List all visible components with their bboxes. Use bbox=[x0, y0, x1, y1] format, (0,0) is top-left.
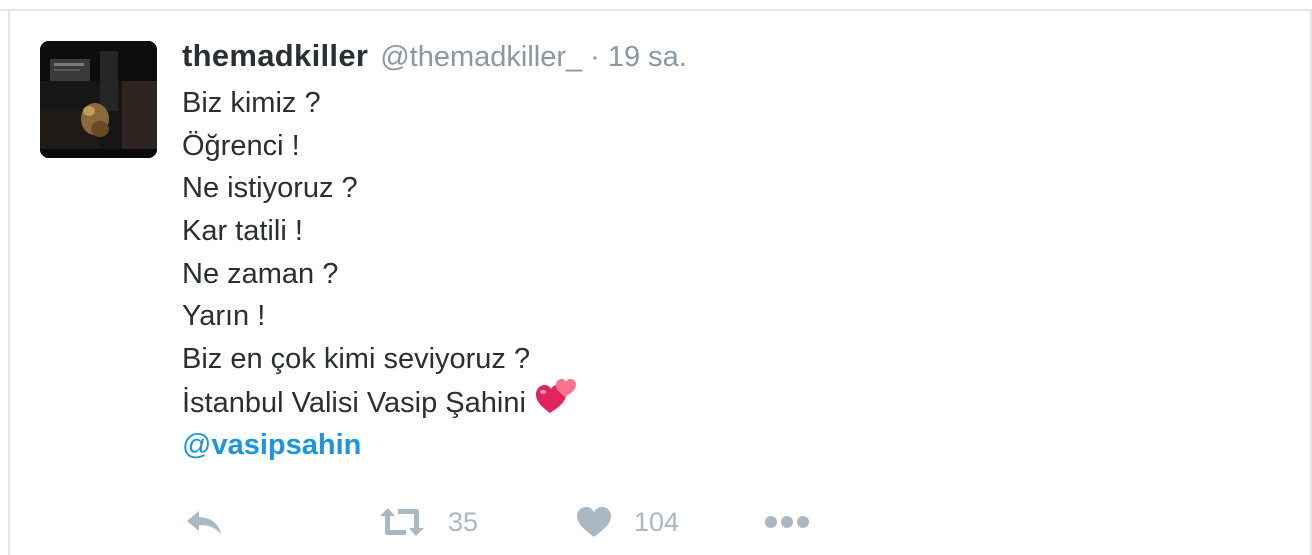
more-icon bbox=[765, 516, 809, 528]
tweet-line: Biz en çok kimi seviyoruz ? bbox=[182, 343, 531, 376]
retweet-icon bbox=[380, 508, 424, 536]
avatar[interactable] bbox=[40, 41, 157, 158]
tweet-line: Kar tatili ! bbox=[182, 215, 303, 248]
more-button[interactable] bbox=[764, 500, 810, 544]
user-handle[interactable]: @themadkiller_ bbox=[380, 41, 582, 74]
tweet-line: Öğrenci ! bbox=[182, 129, 300, 162]
mention-at: @ bbox=[182, 428, 212, 461]
reply-icon bbox=[187, 511, 221, 534]
tweet-line: İstanbul Valisi Vasip Şahini bbox=[182, 386, 526, 419]
tweet-card: themadkiller @themadkiller_ · 19 sa. Biz… bbox=[0, 0, 1312, 555]
tweet-line: Ne zaman ? bbox=[182, 257, 339, 290]
heart-icon bbox=[577, 507, 611, 537]
display-name[interactable]: themadkiller bbox=[182, 38, 368, 74]
mention-name: vasipsahin bbox=[211, 428, 362, 461]
tweet-line: Yarın ! bbox=[182, 300, 266, 333]
timestamp[interactable]: 19 sa. bbox=[608, 41, 687, 74]
tweet-line: Biz kimiz ? bbox=[182, 87, 321, 119]
tweet-line: Ne istiyoruz ? bbox=[182, 172, 358, 205]
separator-dot: · bbox=[590, 41, 600, 73]
retweet-count: 35 bbox=[448, 506, 479, 537]
tweet-text: Biz kimiz ? Öğrenci ! Ne istiyoruz ? Kar… bbox=[182, 82, 1182, 466]
tweet-line-with-emoji: İstanbul Valisi Vasip Şahini bbox=[182, 378, 1182, 424]
retweet-button[interactable]: 35 bbox=[378, 500, 478, 544]
tweet-header: themadkiller @themadkiller_ · 19 sa. bbox=[182, 38, 687, 78]
left-divider bbox=[8, 9, 10, 555]
like-button[interactable]: 104 bbox=[576, 500, 679, 544]
avatar-image bbox=[40, 41, 157, 158]
like-count: 104 bbox=[634, 506, 680, 537]
two-hearts-icon bbox=[534, 375, 578, 428]
reply-button[interactable] bbox=[184, 500, 224, 544]
top-divider bbox=[0, 0, 1312, 11]
tweet-actions: 35 104 bbox=[182, 500, 882, 544]
mention-link[interactable]: @vasipsahin bbox=[182, 424, 361, 467]
